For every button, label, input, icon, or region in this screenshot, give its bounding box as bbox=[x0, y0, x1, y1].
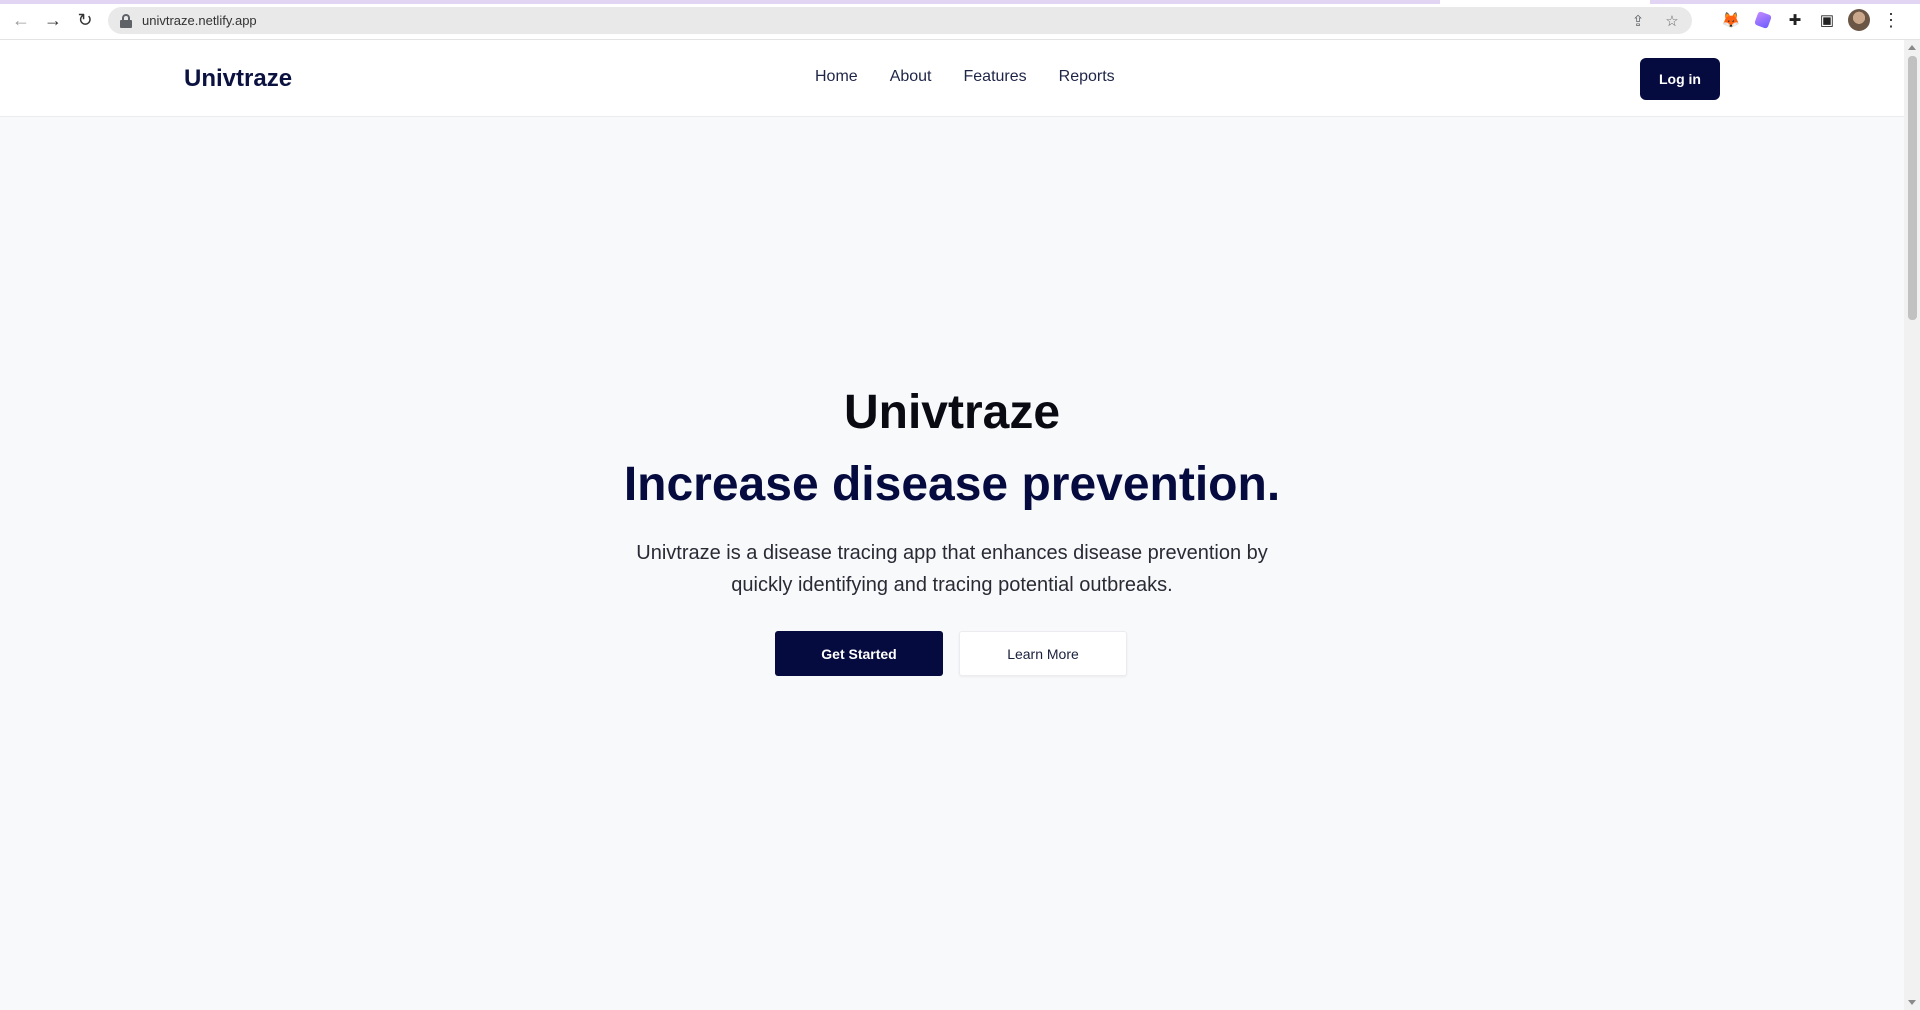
url-text[interactable]: univtraze.netlify.app bbox=[142, 13, 257, 28]
forward-icon[interactable]: → bbox=[42, 9, 64, 31]
hero-subtitle: Increase disease prevention. bbox=[623, 458, 1281, 511]
tab-strip-edge-right bbox=[1650, 0, 1920, 4]
scrollbar-thumb[interactable] bbox=[1908, 56, 1917, 320]
nav-link-features[interactable]: Features bbox=[964, 68, 1027, 86]
puzzle-extensions-icon[interactable]: ✚ bbox=[1784, 9, 1806, 31]
hero-actions: Get Started Learn More bbox=[775, 631, 1127, 676]
main-nav: Home About Features Reports bbox=[815, 68, 1115, 86]
back-icon[interactable]: ← bbox=[10, 9, 32, 31]
reload-icon[interactable]: ↻ bbox=[74, 9, 96, 31]
lock-icon[interactable] bbox=[120, 13, 132, 28]
learn-more-button[interactable]: Learn More bbox=[959, 631, 1127, 676]
scroll-down-icon[interactable] bbox=[1908, 1000, 1916, 1005]
site-header: Univtraze Home About Features Reports Lo… bbox=[0, 40, 1904, 117]
scroll-up-icon[interactable] bbox=[1908, 45, 1916, 50]
nav-link-about[interactable]: About bbox=[890, 68, 932, 86]
nav-link-reports[interactable]: Reports bbox=[1059, 68, 1115, 86]
hero-description: Univtraze is a disease tracing app that … bbox=[636, 542, 1268, 596]
extensions-area: 🦊 ✚ ▣ ⋮ bbox=[1720, 9, 1902, 31]
tab-strip-edge bbox=[0, 0, 1440, 4]
get-started-button[interactable]: Get Started bbox=[775, 631, 943, 676]
profile-avatar[interactable] bbox=[1848, 9, 1870, 31]
share-icon[interactable]: ⇪ bbox=[1628, 11, 1648, 31]
hero-title: Univtraze bbox=[843, 386, 1061, 439]
nav-link-home[interactable]: Home bbox=[815, 68, 858, 86]
login-button[interactable]: Log in bbox=[1640, 58, 1720, 100]
page-scrollbar[interactable] bbox=[1904, 40, 1920, 1010]
address-bar[interactable]: univtraze.netlify.app ⇪ ☆ bbox=[108, 7, 1692, 34]
hero-section: Univtraze Increase disease prevention. U… bbox=[0, 117, 1904, 1010]
browser-toolbar: ← → ↻ univtraze.netlify.app ⇪ ☆ 🦊 ✚ ▣ ⋮ bbox=[0, 0, 1920, 40]
bookmark-star-icon[interactable]: ☆ bbox=[1662, 11, 1682, 31]
brand-logo-text[interactable]: Univtraze bbox=[184, 65, 292, 93]
more-menu-icon[interactable]: ⋮ bbox=[1880, 9, 1902, 31]
extension-gem-icon[interactable] bbox=[1754, 11, 1772, 29]
metamask-fox-icon[interactable]: 🦊 bbox=[1720, 9, 1742, 31]
side-panel-icon[interactable]: ▣ bbox=[1816, 9, 1838, 31]
